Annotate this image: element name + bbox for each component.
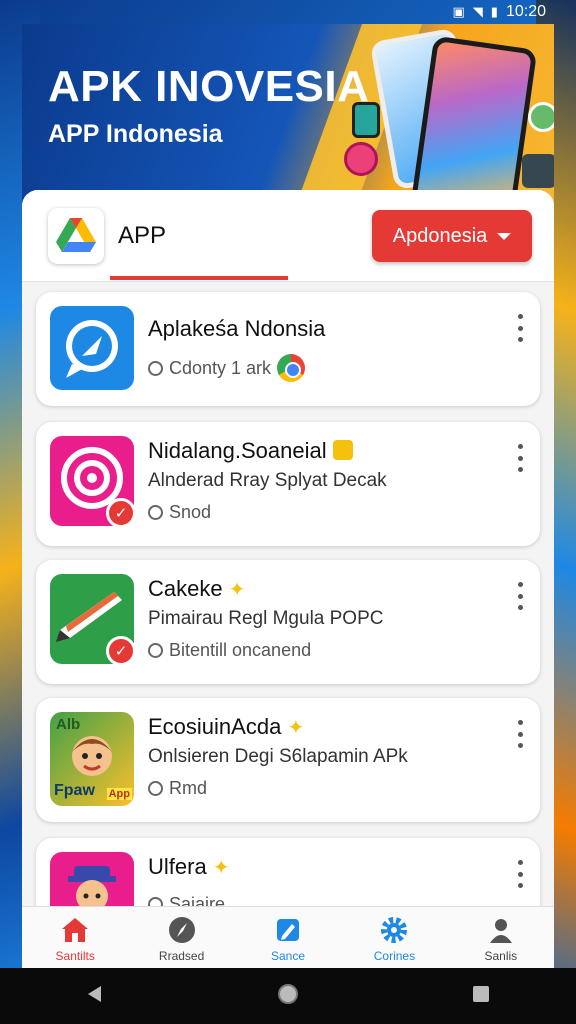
status-bar: ▣ ◥ ▮ 10:20 xyxy=(0,0,576,24)
person-icon xyxy=(486,915,516,945)
app-name: EcosiuinAcda ✦ xyxy=(148,714,304,740)
app-meta-text: Rmd xyxy=(169,778,208,798)
region-label: Apdonesia xyxy=(392,224,488,247)
app-card[interactable]: Aplakeśa Ndonsia Cdonty 1 ark xyxy=(36,292,540,406)
system-navigation-bar xyxy=(0,968,576,1024)
wifi-icon: ◥ xyxy=(472,4,483,19)
app-name: Cakeke ✦ xyxy=(148,576,245,602)
clock-illustration xyxy=(344,142,378,176)
lock-icon xyxy=(332,440,353,460)
app-description: Alnderad Rray Splyat Decak xyxy=(148,470,387,491)
nav-label: Santilts xyxy=(55,948,95,963)
app-name-text: EcosiuinAcda xyxy=(148,714,282,739)
app-name: Nidalang.Soaneial xyxy=(148,438,353,464)
chrome-icon xyxy=(277,354,306,382)
nav-item-home[interactable]: Santilts xyxy=(22,907,128,970)
app-meta: Bitentill oncanend xyxy=(148,640,311,661)
hero-banner: APK INOVESIA APP Indonesia xyxy=(22,24,554,204)
app-name: Ulfera ✦ xyxy=(148,854,230,880)
chat-icon xyxy=(50,306,134,390)
radio-icon xyxy=(148,360,163,376)
app-name: Aplakeśa Ndonsia xyxy=(148,316,326,341)
radio-icon xyxy=(148,781,163,796)
target-icon: ✓ xyxy=(50,436,136,528)
nav-item-profile[interactable]: Sanlis xyxy=(448,907,554,970)
phone-illustration xyxy=(410,35,538,204)
radio-icon xyxy=(148,505,163,520)
app-name-text: Nidalang.Soaneial xyxy=(148,438,327,463)
check-badge-icon: ✓ xyxy=(106,636,136,666)
home-circle-icon[interactable] xyxy=(276,982,300,1011)
app-header: APP Apdonesia xyxy=(22,190,554,282)
more-options-button[interactable] xyxy=(514,582,526,610)
app-meta: Rmd xyxy=(148,778,207,799)
more-options-button[interactable] xyxy=(514,860,526,888)
more-options-button[interactable] xyxy=(514,314,526,342)
more-options-button[interactable] xyxy=(514,444,526,472)
edit-icon xyxy=(273,915,303,945)
app-description: Onlsieren Degi S6lapamin APk xyxy=(148,746,408,767)
recents-icon[interactable] xyxy=(471,984,491,1009)
drive-logo-icon[interactable] xyxy=(48,208,104,264)
star-icon: ✦ xyxy=(212,857,230,879)
calculator-illustration xyxy=(522,154,554,188)
nav-item-explore[interactable]: Rradsed xyxy=(128,907,234,970)
radio-icon xyxy=(148,643,163,658)
more-options-button[interactable] xyxy=(514,720,526,748)
nav-item-settings[interactable]: Corines xyxy=(341,907,447,970)
chevron-down-icon xyxy=(497,232,512,240)
app-meta: Cdonty 1 ark xyxy=(148,354,306,382)
main-sheet: APP Apdonesia Aplakeśa Ndonsia Cdonty 1 … xyxy=(22,190,554,970)
app-title: APP xyxy=(118,222,167,249)
app-meta-text: Snod xyxy=(169,502,212,522)
check-badge-icon: ✓ xyxy=(106,498,136,528)
hero-title: APK INOVESIA xyxy=(48,62,370,111)
app-meta-text: Cdonty 1 ark xyxy=(169,357,272,378)
app-description: Pimairau Regl Mgula POPC xyxy=(148,608,384,629)
app-icon-text: Fpaw xyxy=(54,782,95,799)
nav-label: Corines xyxy=(373,948,416,963)
compass-icon xyxy=(167,915,197,945)
app-card[interactable]: ✓ Cakeke ✦ Pimairau Regl Mgula POPC Bite… xyxy=(36,560,540,684)
app-meta-text: Bitentill oncanend xyxy=(169,640,312,660)
gear-icon xyxy=(379,915,409,945)
signal-icon: ▣ xyxy=(452,4,465,19)
status-time: 10:20 xyxy=(505,3,546,20)
hero-subtitle: APP Indonesia xyxy=(48,120,223,148)
app-badge-illustration xyxy=(528,102,554,132)
home-icon xyxy=(60,915,90,945)
star-icon: ✦ xyxy=(287,717,305,739)
app-icon-text: App xyxy=(106,788,132,800)
nav-label: Rradsed xyxy=(158,948,205,963)
region-dropdown-button[interactable]: Apdonesia xyxy=(372,210,532,262)
bottom-navigation: Santilts Rradsed Sance Corines Sanlis xyxy=(22,906,554,970)
nav-label: Sanlis xyxy=(484,948,518,963)
app-card[interactable]: ✓ Nidalang.Soaneial Alnderad Rray Splyat… xyxy=(36,422,540,546)
app-card[interactable]: Alb Fpaw App EcosiuinAcda ✦ Onlsieren De… xyxy=(36,698,540,822)
pencil-icon: ✓ xyxy=(50,574,136,666)
app-name-text: Cakeke xyxy=(148,576,223,601)
nav-item-edit[interactable]: Sance xyxy=(235,907,341,970)
nav-label: Sance xyxy=(271,948,306,963)
kid-avatar-icon: Alb Fpaw App xyxy=(50,712,134,806)
app-icon-text: Alb xyxy=(56,716,81,733)
app-name-text: Ulfera xyxy=(148,854,207,879)
star-icon: ✦ xyxy=(228,579,246,601)
active-tab-indicator xyxy=(110,276,288,280)
back-icon[interactable] xyxy=(85,984,105,1009)
app-meta: Snod xyxy=(148,502,211,523)
battery-icon: ▮ xyxy=(490,4,498,19)
